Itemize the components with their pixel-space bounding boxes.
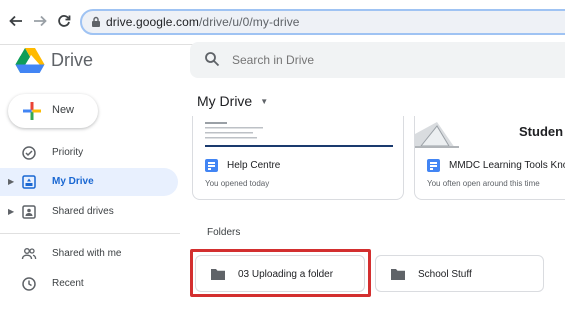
- folder-icon: [211, 269, 225, 280]
- search-icon[interactable]: [204, 51, 220, 67]
- shared-drives-icon: [22, 205, 36, 219]
- reload-button[interactable]: [54, 11, 74, 31]
- search-box[interactable]: [190, 42, 565, 78]
- new-button[interactable]: New: [8, 94, 98, 128]
- folder-item[interactable]: 03 Uploading a folder: [195, 255, 365, 292]
- back-button[interactable]: [6, 11, 26, 31]
- sidebar-item-label: Recent: [52, 278, 84, 289]
- drive-logo[interactable]: [15, 47, 45, 78]
- clock-icon: [22, 277, 36, 291]
- reload-icon: [58, 15, 71, 27]
- page-title[interactable]: My Drive ▼: [197, 93, 268, 109]
- page-title-text: My Drive: [197, 93, 253, 109]
- sidebar-item-shared-with-me[interactable]: Shared with me: [0, 240, 178, 268]
- arrow-right-icon: [34, 15, 47, 27]
- check-circle-icon: [22, 146, 36, 160]
- sidebar-item-recent[interactable]: Recent: [0, 270, 178, 298]
- folder-name: School Stuff: [418, 269, 472, 280]
- sidebar-divider: [0, 233, 180, 234]
- file-name: Help Centre: [227, 160, 281, 171]
- google-docs-icon: [205, 159, 218, 172]
- url-path: /drive/u/0/my-drive: [198, 15, 300, 29]
- plus-icon: [23, 102, 41, 120]
- suggested-file-card[interactable]: Studen MMDC Learning Tools Know You ofte…: [414, 116, 565, 200]
- google-drive-icon: [15, 48, 45, 73]
- expand-caret-icon[interactable]: ▶: [8, 177, 14, 186]
- drive-brand[interactable]: Drive: [51, 50, 93, 71]
- folders-section-label: Folders: [207, 227, 241, 238]
- chevron-down-icon: ▼: [260, 96, 269, 106]
- thumbnail-text: Studen: [519, 124, 564, 139]
- arrow-left-icon: [9, 15, 22, 27]
- search-input[interactable]: [232, 50, 532, 70]
- document-preview-graphic: [205, 122, 393, 147]
- forward-button[interactable]: [30, 11, 50, 31]
- file-thumbnail: Studen: [415, 116, 565, 148]
- file-name: MMDC Learning Tools Know: [449, 160, 565, 171]
- sidebar-item-my-drive[interactable]: ▶ My Drive: [0, 168, 178, 196]
- google-docs-icon: [427, 159, 440, 172]
- sidebar-item-priority[interactable]: Priority: [0, 139, 178, 167]
- sidebar-item-label: Priority: [52, 147, 84, 158]
- people-icon: [21, 248, 37, 260]
- sidebar-item-label: Shared drives: [52, 206, 114, 217]
- sidebar-item-shared-drives[interactable]: ▶ Shared drives: [0, 198, 178, 226]
- file-activity: You opened today: [205, 179, 270, 188]
- browser-toolbar: drive.google.com/drive/u/0/my-drive: [0, 0, 565, 45]
- sidebar-item-label: Shared with me: [52, 248, 122, 259]
- folder-icon: [391, 269, 405, 280]
- suggested-file-card[interactable]: Help Centre You opened today: [192, 116, 404, 200]
- expand-caret-icon[interactable]: ▶: [8, 207, 14, 216]
- file-thumbnail: [193, 116, 403, 148]
- address-bar[interactable]: drive.google.com/drive/u/0/my-drive: [80, 9, 565, 35]
- sidebar-item-label: My Drive: [52, 176, 94, 187]
- new-button-label: New: [52, 104, 75, 116]
- my-drive-icon: [22, 175, 36, 189]
- folder-name: 03 Uploading a folder: [238, 269, 334, 280]
- url-text: drive.google.com/drive/u/0/my-drive: [106, 15, 300, 29]
- file-activity: You often open around this time: [427, 179, 540, 188]
- folder-item[interactable]: School Stuff: [375, 255, 544, 292]
- url-host: drive.google.com: [106, 15, 199, 29]
- lock-icon: [92, 16, 100, 27]
